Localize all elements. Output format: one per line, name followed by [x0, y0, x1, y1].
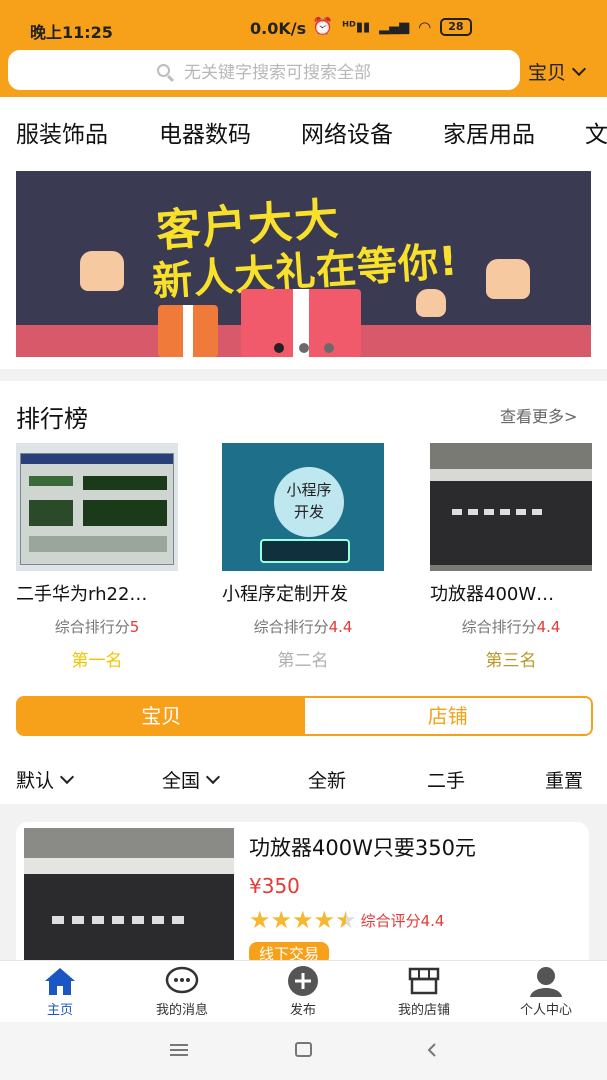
filter-new[interactable]: 全新 [308, 766, 346, 793]
category-bar: 服装饰品 电器数码 网络设备 家居用品 文 [0, 97, 607, 161]
ranking-item-place: 第一名 [71, 651, 123, 671]
star-icon: ★ [270, 906, 293, 934]
ranking-item-image [16, 443, 178, 571]
menu-icon[interactable] [170, 1042, 188, 1062]
filter-region-label: 全国 [162, 770, 201, 792]
ranking-item-score: 综合排行分5 [54, 618, 140, 636]
tab-label: 个人中心 [519, 1003, 572, 1018]
top-header: 晚上11:25 0.0K/s ⏰ ᴴᴰ▮▮ ▂▄▆ ◠ 28 无关键字搜索可搜索… [0, 0, 607, 97]
tab-label: 发布 [289, 1003, 316, 1018]
message-icon [164, 965, 200, 997]
category-item[interactable]: 网络设备 [301, 115, 393, 149]
signal-icon: ▂▄▆ [379, 19, 410, 35]
filter-reset[interactable]: 重置 [545, 766, 583, 793]
ranking-section: 排行榜 查看更多> 二手华为rh22… 综合排行分5 第一名 小程序 开发 小程… [0, 381, 607, 684]
user-icon [528, 965, 564, 997]
ranking-item-image [430, 443, 592, 571]
fist-graphic [80, 251, 124, 291]
chevron-down-icon [571, 61, 587, 76]
ranking-more-link[interactable]: 查看更多> [500, 403, 577, 427]
segment-tab-shops[interactable]: 店铺 [304, 698, 591, 734]
status-icons: ⏰ ᴴᴰ▮▮ ▂▄▆ ◠ 28 [312, 17, 472, 37]
star-icon: ★ [249, 906, 271, 934]
filter-sort-label: 默认 [16, 770, 55, 792]
banner-section: 客户大大 新人大礼在等你! [0, 161, 607, 369]
status-bar: 晚上11:25 0.0K/s ⏰ ᴴᴰ▮▮ ▂▄▆ ◠ 28 [0, 0, 607, 50]
chevron-down-icon [205, 769, 221, 784]
search-scope-dropdown[interactable]: 宝贝 [528, 58, 587, 85]
banner-pagination [274, 343, 334, 353]
star-half-icon: ★ [335, 906, 357, 934]
ranking-item[interactable]: 功放器400W… 综合排行分4.4 第三名 [430, 443, 592, 671]
ranking-item[interactable]: 小程序 开发 小程序定制开发 综合排行分4.4 第二名 [222, 443, 384, 671]
product-price: ¥350 [249, 874, 300, 898]
battery-icon: 28 [440, 18, 472, 36]
ranking-item-name: 二手华为rh22… [16, 584, 148, 605]
ranking-item-place: 第二名 [277, 651, 329, 671]
filter-region-dropdown[interactable]: 全国 [162, 766, 221, 793]
product-rating: ★ ★ ★ ★ ★ 综合评分4.4 [249, 908, 444, 932]
banner-dot[interactable] [299, 343, 309, 353]
tab-profile[interactable]: 个人中心 [486, 965, 606, 1018]
tab-messages[interactable]: 我的消息 [122, 965, 242, 1018]
ranking-item-name: 小程序定制开发 [222, 584, 348, 605]
banner-dot[interactable] [324, 343, 334, 353]
status-time: 晚上11:25 [30, 23, 113, 42]
segment-tab-items[interactable]: 宝贝 [18, 698, 305, 734]
segment-control: 宝贝 店铺 [16, 696, 593, 736]
ranking-item-score: 综合排行分4.4 [461, 618, 561, 636]
segment-section: 宝贝 店铺 [0, 684, 607, 748]
category-item[interactable]: 家居用品 [443, 115, 535, 149]
ranking-item[interactable]: 二手华为rh22… 综合排行分5 第一名 [16, 443, 178, 671]
home-square-icon[interactable] [295, 1042, 313, 1062]
category-item[interactable]: 文 [585, 115, 607, 149]
banner-dot[interactable] [274, 343, 284, 353]
store-icon [406, 965, 442, 997]
tab-label: 我的消息 [155, 1003, 208, 1018]
search-scope-label: 宝贝 [528, 62, 567, 84]
rating-label: 综合评分4.4 [360, 911, 445, 930]
search-input[interactable]: 无关键字搜索可搜索全部 [8, 50, 520, 90]
thumb-circle: 小程序 开发 [274, 467, 344, 537]
filter-used[interactable]: 二手 [427, 766, 465, 793]
plus-icon [285, 965, 321, 997]
product-name: 功放器400W只要350元 [249, 836, 476, 860]
category-item[interactable]: 服装饰品 [16, 115, 108, 149]
tab-label: 主页 [46, 1003, 73, 1018]
back-icon[interactable] [425, 1042, 439, 1062]
category-item[interactable]: 电器数码 [159, 115, 251, 149]
status-net-speed: 0.0K/s [250, 19, 307, 38]
filter-sort-dropdown[interactable]: 默认 [16, 766, 75, 793]
star-icon: ★ [292, 906, 314, 934]
search-icon [157, 63, 170, 77]
tab-home[interactable]: 主页 [0, 965, 120, 1018]
tab-my-store[interactable]: 我的店铺 [364, 965, 484, 1018]
gift-graphic [158, 305, 218, 357]
ranking-item-score: 综合排行分4.4 [253, 618, 353, 636]
home-icon [42, 965, 78, 997]
search-placeholder: 无关键字搜索可搜索全部 [184, 62, 371, 83]
chevron-down-icon [59, 769, 75, 784]
bottom-tab-bar: 主页 我的消息 发布 我的店铺 个人中心 [0, 960, 607, 1022]
ranking-item-image: 小程序 开发 [222, 443, 384, 571]
ranking-item-place: 第三名 [485, 651, 537, 671]
promo-banner[interactable]: 客户大大 新人大礼在等你! [16, 171, 591, 357]
tab-label: 我的店铺 [397, 1003, 450, 1018]
fist-graphic [416, 289, 446, 317]
star-icon: ★ [313, 906, 336, 934]
hd-signal-icon: ᴴᴰ▮▮ [342, 19, 371, 35]
wifi-icon: ◠ [418, 18, 432, 36]
filter-bar: 默认 全国 全新 二手 重置 [0, 748, 607, 804]
ranking-title: 排行榜 [16, 405, 88, 433]
tab-publish[interactable]: 发布 [243, 965, 363, 1018]
ranking-item-name: 功放器400W… [430, 584, 555, 605]
alarm-icon: ⏰ [312, 17, 334, 37]
fist-graphic [486, 259, 530, 299]
system-nav-bar [0, 1022, 607, 1080]
